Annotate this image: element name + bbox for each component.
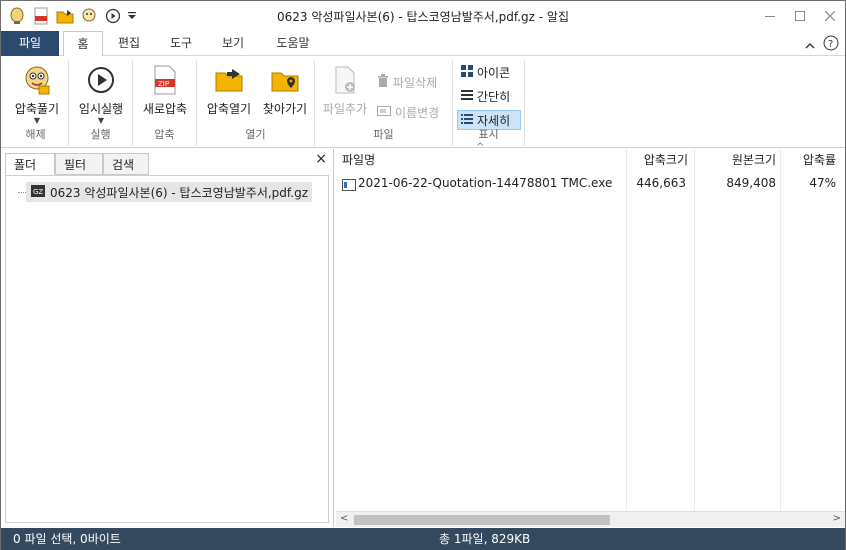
file-original-size: 849,408 [726, 176, 776, 190]
column-header-name[interactable]: 파일명 [342, 149, 622, 171]
extract-mascot-icon [21, 64, 53, 96]
scroll-left-icon[interactable]: < [340, 513, 348, 524]
column-header-original[interactable]: 원본크기 [698, 149, 776, 171]
delete-file-button[interactable]: 파일삭제 [377, 72, 437, 92]
group-label: 열기 [245, 128, 266, 141]
tab-edit[interactable]: 편집 [107, 31, 151, 56]
group-label: 해제 [25, 128, 46, 141]
tab-home[interactable]: 홈 [63, 31, 103, 57]
view-icons-button[interactable]: 아이콘 [457, 62, 521, 82]
file-compressed-size: 446,663 [636, 176, 686, 190]
tab-filter[interactable]: 필터 [55, 153, 103, 175]
group-label: 표시 [478, 128, 499, 141]
list-icon [461, 89, 473, 104]
left-panel: 폴더 필터 검색 × GZ 0623 악성파일사본(6) - 탑스코영남발주서,… [1, 149, 334, 527]
rename-label: 이름변경 [395, 105, 440, 120]
group-label: 압축 [154, 128, 175, 141]
column-divider [626, 149, 627, 511]
horizontal-scrollbar[interactable]: < > [336, 511, 845, 527]
add-file-label: 파일추가 [322, 102, 368, 116]
delete-file-label: 파일삭제 [393, 75, 438, 90]
ribbon-tabs: 파일 홈 편집 도구 보기 도움말 ? [1, 31, 845, 57]
temp-run-label: 임시실행 [78, 102, 124, 116]
ribbon: 압축풀기 ▼ 해제 임시실행 ▼ 실행 ZIP 새로압축 압축 압축열기 찾아가… [1, 56, 845, 148]
group-label: 파일 [373, 128, 394, 141]
file-name: 2021-06-22-Quotation-14478801 TMC.exe [358, 176, 613, 190]
trash-icon [377, 73, 389, 91]
file-list: ^ 파일명 압축크기 원본크기 압축률 2021-06-22-Quotation… [336, 142, 845, 527]
group-compress: ZIP 새로압축 압축 [133, 60, 197, 146]
file-row[interactable]: 2021-06-22-Quotation-14478801 TMC.exe 44… [336, 173, 845, 193]
status-bar: 0 파일 선택, 0바이트 총 1파일, 829KB [1, 528, 845, 550]
exe-file-icon [342, 177, 356, 191]
help-icon[interactable]: ? [823, 35, 839, 54]
view-brief-button[interactable]: 간단히 [457, 86, 521, 106]
rename-icon [377, 105, 391, 119]
window-title: 0623 악성파일사본(6) - 탑스코영남발주서,pdf.gz - 알집 [276, 10, 570, 24]
svg-text:GZ: GZ [33, 188, 43, 196]
close-panel-icon[interactable]: × [315, 151, 327, 167]
tree-item-label: 0623 악성파일사본(6) - 탑스코영남발주서,pdf.gz [50, 185, 309, 200]
group-open: 압축열기 찾아가기 열기 [197, 60, 315, 146]
group-file: 파일추가 파일삭제 이름변경 파일 [315, 60, 453, 146]
open-archive-label: 압축열기 [206, 102, 252, 116]
chevron-down-icon: ▼ [97, 116, 105, 125]
tab-search[interactable]: 검색 [103, 153, 149, 175]
play-icon [85, 64, 117, 96]
tab-help[interactable]: 도움말 [265, 31, 321, 56]
scroll-right-icon[interactable]: > [833, 513, 841, 524]
column-divider [694, 149, 695, 511]
status-selection: 0 파일 선택, 0바이트 [13, 532, 121, 546]
rename-button[interactable]: 이름변경 [377, 102, 439, 122]
zip-icon: ZIP [149, 64, 181, 96]
open-archive-button[interactable]: 압축열기 [201, 64, 257, 117]
large-icons-icon [461, 64, 473, 80]
tab-view[interactable]: 보기 [211, 31, 255, 56]
tab-file[interactable]: 파일 [1, 31, 59, 56]
extract-button[interactable]: 압축풀기 ▼ [9, 64, 65, 125]
app-window: 0623 악성파일사본(6) - 탑스코영남발주서,pdf.gz - 알집 파일… [0, 0, 846, 550]
column-header-compressed[interactable]: 압축크기 [628, 149, 688, 171]
svg-text:ZIP: ZIP [158, 80, 169, 88]
gz-archive-icon: GZ [30, 183, 46, 202]
new-compress-button[interactable]: ZIP 새로압축 [137, 64, 193, 117]
collapse-ribbon-icon[interactable] [805, 38, 815, 52]
tab-folder[interactable]: 폴더 [5, 153, 55, 175]
title-bar: 0623 악성파일사본(6) - 탑스코영남발주서,pdf.gz - 알집 [1, 1, 845, 31]
status-total: 총 1파일, 829KB [439, 532, 531, 546]
view-brief-label: 간단히 [477, 89, 511, 104]
minimize-icon[interactable] [755, 1, 785, 31]
group-view: 아이콘 간단히 자세히 표시 [453, 60, 525, 146]
folder-tree: GZ 0623 악성파일사본(6) - 탑스코영남발주서,pdf.gz [5, 175, 329, 523]
new-compress-label: 새로압축 [142, 102, 188, 116]
locate-button[interactable]: 찾아가기 [257, 64, 313, 117]
group-run: 임시실행 ▼ 실행 [69, 60, 133, 146]
maximize-icon[interactable] [785, 1, 815, 31]
window-controls [755, 1, 845, 31]
close-icon[interactable] [815, 1, 845, 31]
column-divider [780, 149, 781, 511]
tab-tools[interactable]: 도구 [159, 31, 203, 56]
view-icons-label: 아이콘 [477, 65, 511, 80]
folder-open-icon [213, 64, 245, 96]
add-file-icon [329, 64, 361, 96]
scrollbar-thumb[interactable] [354, 515, 610, 525]
temp-run-button[interactable]: 임시실행 ▼ [75, 64, 127, 125]
folder-location-icon [269, 64, 301, 96]
extract-label: 압축풀기 [14, 102, 60, 116]
column-header-ratio[interactable]: 압축률 [782, 149, 836, 171]
add-file-button[interactable]: 파일추가 [317, 64, 373, 117]
file-ratio: 47% [809, 176, 836, 190]
group-label: 실행 [90, 128, 111, 141]
group-extract: 압축풀기 ▼ 해제 [3, 60, 69, 146]
chevron-down-icon: ▼ [33, 116, 41, 125]
locate-label: 찾아가기 [262, 102, 308, 116]
tree-item-archive[interactable]: GZ 0623 악성파일사본(6) - 탑스코영남발주서,pdf.gz [26, 182, 313, 202]
svg-text:?: ? [828, 39, 833, 50]
